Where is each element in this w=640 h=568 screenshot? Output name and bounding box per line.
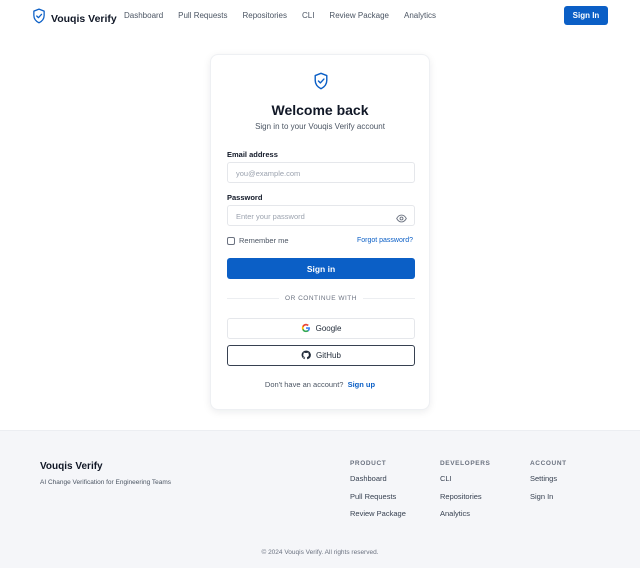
- remember-me-checkbox[interactable]: [227, 236, 235, 245]
- footer-copyright: © 2024 Vouqis Verify. All rights reserve…: [261, 549, 379, 556]
- top-navigation-bar: Vouqis Verify Dashboard Pull Requests Re…: [0, 0, 640, 32]
- remember-me-label: Remember me: [239, 236, 289, 245]
- github-button-label: GitHub: [316, 351, 341, 360]
- page-subtitle: Sign in to your Vouqis Verify account: [255, 122, 385, 131]
- main-nav: Dashboard Pull Requests Repositories CLI…: [124, 11, 436, 20]
- header-sign-in-button[interactable]: Sign In: [564, 6, 608, 25]
- email-field-wrapper: [227, 162, 415, 183]
- remember-me: Remember me: [227, 236, 289, 245]
- page-title: Welcome back: [271, 102, 369, 118]
- brand-logo-link[interactable]: Vouqis Verify: [32, 8, 117, 29]
- shield-check-icon: [313, 72, 329, 90]
- password-label: Password: [227, 193, 263, 202]
- signup-prompt: Don't have an account? Sign up: [211, 380, 429, 389]
- footer-link-analytics[interactable]: Analytics: [440, 509, 490, 527]
- github-icon: [301, 350, 316, 362]
- divider-label: OR CONTINUE WITH: [285, 294, 357, 302]
- footer-link-pull-requests[interactable]: Pull Requests: [350, 492, 406, 510]
- footer-brand: Vouqis Verify: [40, 461, 103, 472]
- shield-check-icon: [32, 8, 46, 29]
- github-sign-in-button[interactable]: GitHub: [227, 345, 415, 366]
- google-sign-in-button[interactable]: Google: [227, 318, 415, 339]
- email-field[interactable]: [228, 164, 414, 183]
- nav-review-package[interactable]: Review Package: [329, 11, 389, 20]
- signup-prompt-text: Don't have an account?: [264, 380, 344, 389]
- footer-link-repositories[interactable]: Repositories: [440, 492, 490, 510]
- sign-in-button[interactable]: Sign in: [227, 258, 415, 279]
- login-card: Welcome back Sign in to your Vouqis Veri…: [210, 54, 430, 410]
- footer-column-account: ACCOUNT Settings Sign In: [530, 460, 567, 509]
- forgot-password-link[interactable]: Forgot password?: [357, 237, 413, 244]
- nav-pull-requests[interactable]: Pull Requests: [178, 11, 227, 20]
- password-field[interactable]: [228, 207, 414, 226]
- footer-column-heading: PRODUCT: [350, 460, 387, 467]
- nav-cli[interactable]: CLI: [302, 11, 314, 20]
- eye-icon[interactable]: [396, 211, 407, 223]
- sign-up-link[interactable]: Sign up: [348, 380, 376, 389]
- nav-repositories[interactable]: Repositories: [243, 11, 287, 20]
- nav-analytics[interactable]: Analytics: [404, 11, 436, 20]
- footer-link-settings[interactable]: Settings: [530, 474, 567, 492]
- footer-column-product: PRODUCT Dashboard Pull Requests Review P…: [350, 460, 406, 527]
- footer-column-heading: DEVELOPERS: [440, 460, 491, 467]
- footer-column-heading: ACCOUNT: [530, 460, 567, 467]
- divider-line: [227, 297, 280, 299]
- or-continue-divider: OR CONTINUE WITH: [227, 293, 416, 303]
- google-icon: [301, 323, 316, 335]
- footer-link-dashboard[interactable]: Dashboard: [350, 474, 406, 492]
- footer-tagline: AI Change Verification for Engineering T…: [40, 479, 172, 486]
- footer-link-sign-in[interactable]: Sign In: [530, 492, 567, 510]
- email-label: Email address: [227, 150, 278, 159]
- google-button-label: Google: [315, 324, 342, 333]
- brand-name: Vouqis Verify: [51, 12, 117, 25]
- password-field-wrapper: [227, 205, 415, 226]
- footer-column-developers: DEVELOPERS CLI Repositories Analytics: [440, 460, 490, 527]
- divider-line: [362, 297, 416, 299]
- nav-dashboard[interactable]: Dashboard: [124, 11, 163, 20]
- page-footer: Vouqis Verify AI Change Verification for…: [0, 430, 640, 568]
- footer-link-cli[interactable]: CLI: [440, 474, 490, 492]
- footer-link-review-package[interactable]: Review Package: [350, 509, 406, 527]
